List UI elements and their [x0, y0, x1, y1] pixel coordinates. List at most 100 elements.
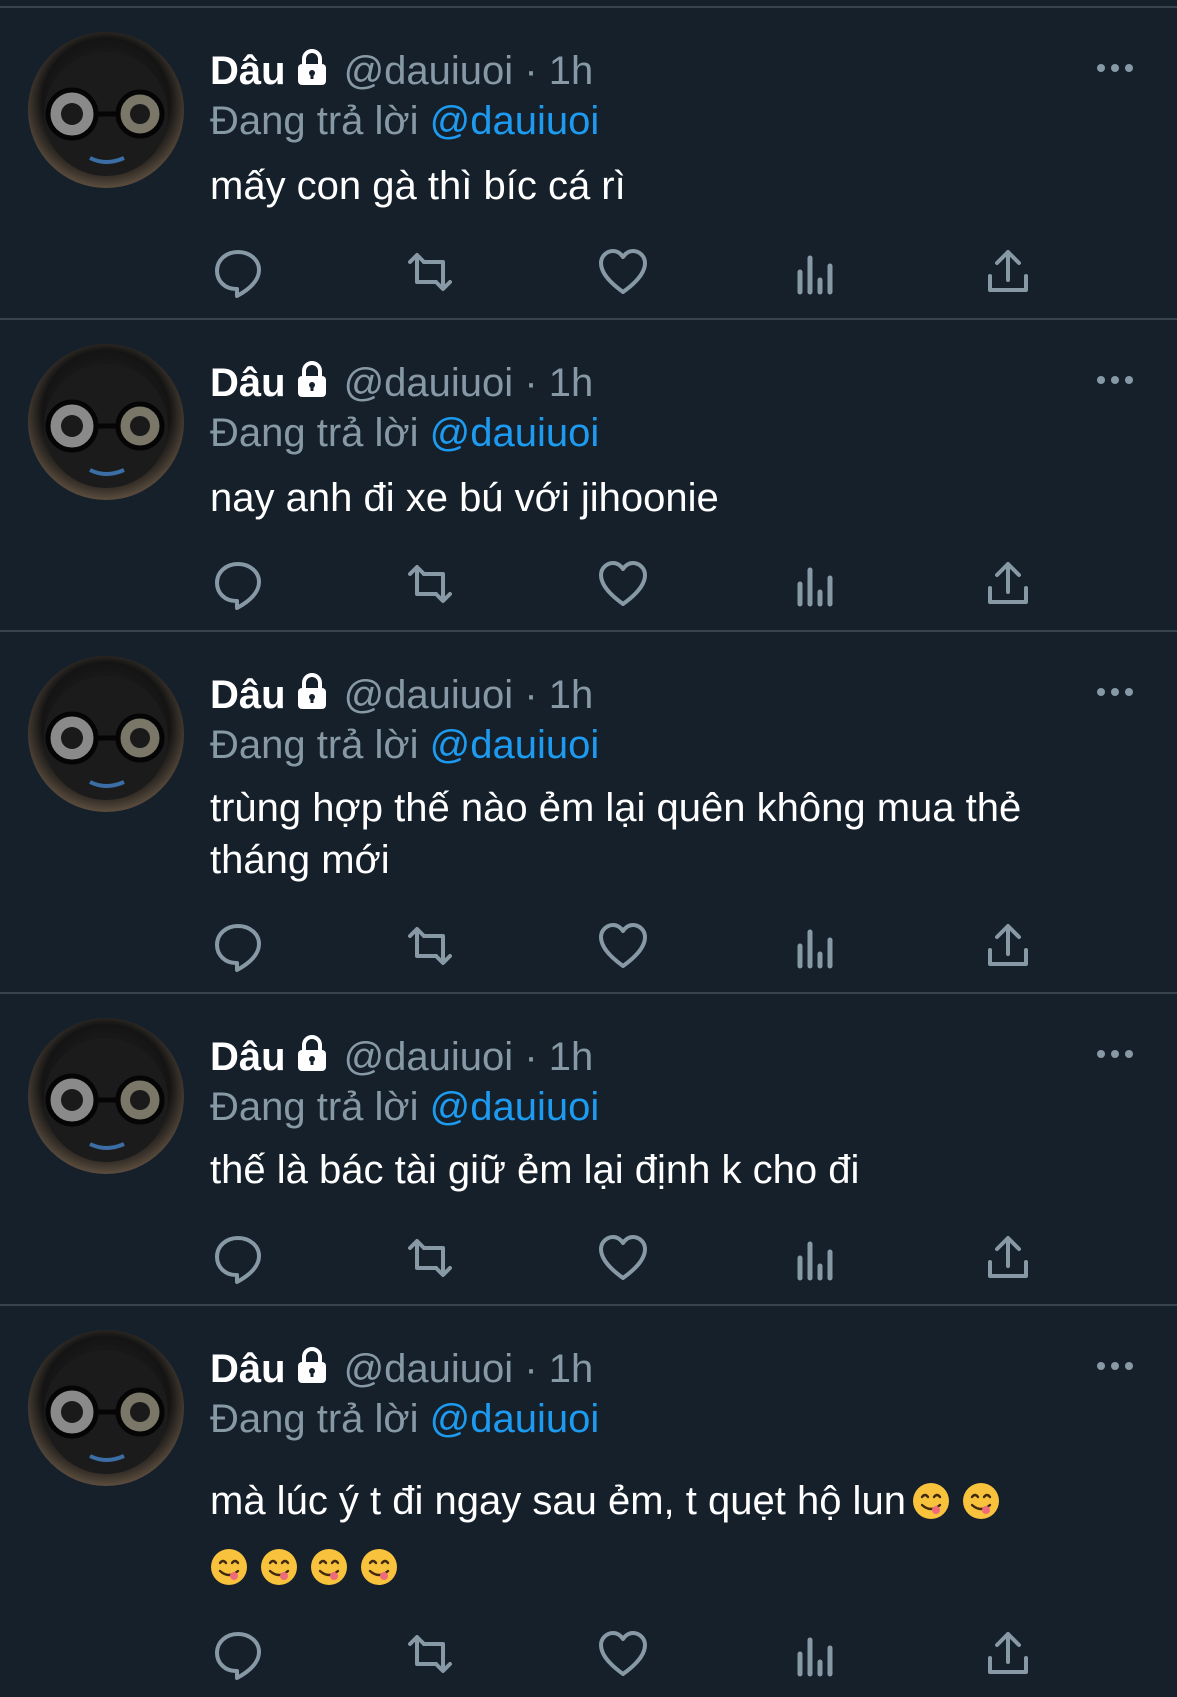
heart-icon[interactable] — [595, 1230, 651, 1286]
tweet-text: thế là bác tài giữ ẻm lại định k cho đi — [210, 1148, 860, 1192]
replying-to: Đang trả lời @dauiuoi — [210, 720, 599, 770]
retweet-icon[interactable] — [402, 1230, 458, 1286]
timestamp[interactable]: 1h — [549, 1347, 594, 1391]
display-name[interactable]: Dâu — [210, 673, 286, 717]
heart-icon[interactable] — [595, 244, 651, 300]
reply-mention-link[interactable]: @dauiuoi — [430, 723, 600, 767]
replying-to-label: Đang trả lời — [210, 411, 419, 455]
user-handle[interactable]: @dauiuoi — [344, 1035, 514, 1079]
analytics-icon[interactable] — [788, 556, 844, 612]
replying-to-label: Đang trả lời — [210, 1397, 419, 1441]
share-icon[interactable] — [980, 556, 1036, 612]
share-icon[interactable] — [980, 1230, 1036, 1286]
replying-to: Đang trả lời @dauiuoi — [210, 408, 599, 458]
heart-icon[interactable] — [595, 1626, 651, 1682]
retweet-icon[interactable] — [402, 556, 458, 612]
avatar[interactable] — [28, 1018, 184, 1174]
reply-mention-link[interactable]: @dauiuoi — [430, 411, 600, 455]
share-icon[interactable] — [980, 918, 1036, 974]
separator-dot: · — [524, 361, 538, 405]
reply-mention-link[interactable]: @dauiuoi — [430, 1397, 600, 1441]
reply-icon[interactable] — [210, 918, 266, 974]
tweet-actions — [210, 244, 1050, 300]
face-savoring-food-emoji — [962, 1474, 1000, 1519]
lock-icon — [292, 671, 332, 723]
face-savoring-food-emoji — [912, 1474, 950, 1519]
timestamp[interactable]: 1h — [549, 49, 594, 93]
retweet-icon[interactable] — [402, 918, 458, 974]
lock-icon — [292, 1345, 332, 1397]
reply-mention-link[interactable]: @dauiuoi — [430, 99, 600, 143]
reply-mention-link[interactable]: @dauiuoi — [430, 1085, 600, 1129]
replying-to: Đang trả lời @dauiuoi — [210, 96, 599, 146]
reply-icon[interactable] — [210, 1626, 266, 1682]
more-options-icon[interactable] — [1094, 1354, 1136, 1378]
analytics-icon[interactable] — [788, 1230, 844, 1286]
user-handle[interactable]: @dauiuoi — [344, 1347, 514, 1391]
display-name[interactable]: Dâu — [210, 49, 286, 93]
tweet-actions — [210, 918, 1050, 974]
retweet-icon[interactable] — [402, 1626, 458, 1682]
share-icon[interactable] — [980, 244, 1036, 300]
more-options-icon[interactable] — [1094, 56, 1136, 80]
timestamp[interactable]: 1h — [549, 361, 594, 405]
avatar[interactable] — [28, 656, 184, 812]
tweet-header: Dâu @dauiuoi · 1h — [210, 1032, 593, 1082]
tweet-text: mà lúc ý t đi ngay sau ẻm, t quẹt hộ lun — [210, 1479, 906, 1523]
tweet[interactable]: Dâu @dauiuoi · 1h Đang trả lời @dauiuoi t… — [0, 632, 1177, 994]
retweet-icon[interactable] — [402, 244, 458, 300]
tweet[interactable]: Dâu @dauiuoi · 1h Đang trả lời @dauiuoi m… — [0, 8, 1177, 320]
avatar-image — [44, 1350, 168, 1474]
top-divider — [0, 0, 1177, 8]
avatar-image — [44, 364, 168, 488]
tweet-text: mấy con gà thì bíc cá rì — [210, 164, 626, 208]
avatar-image — [44, 52, 168, 176]
replying-to-label: Đang trả lời — [210, 723, 419, 767]
tweet-actions — [210, 1626, 1050, 1682]
heart-icon[interactable] — [595, 918, 651, 974]
timestamp[interactable]: 1h — [549, 1035, 594, 1079]
reply-icon[interactable] — [210, 556, 266, 612]
tweet-header: Dâu @dauiuoi · 1h — [210, 358, 593, 408]
avatar-image — [44, 1038, 168, 1162]
analytics-icon[interactable] — [788, 244, 844, 300]
avatar[interactable] — [28, 1330, 184, 1486]
tweet[interactable]: Dâu @dauiuoi · 1h Đang trả lời @dauiuoi t… — [0, 994, 1177, 1306]
tweet[interactable]: Dâu @dauiuoi · 1h Đang trả lời @dauiuoi m… — [0, 1306, 1177, 1697]
analytics-icon[interactable] — [788, 1626, 844, 1682]
avatar[interactable] — [28, 32, 184, 188]
replying-to-label: Đang trả lời — [210, 1085, 419, 1129]
tweet-header: Dâu @dauiuoi · 1h — [210, 670, 593, 720]
timestamp[interactable]: 1h — [549, 673, 594, 717]
more-options-icon[interactable] — [1094, 680, 1136, 704]
analytics-icon[interactable] — [788, 918, 844, 974]
lock-icon — [292, 359, 332, 411]
tweet-text: trùng hợp thế nào ẻm lại quên không mua … — [210, 786, 1022, 882]
share-icon[interactable] — [980, 1626, 1036, 1682]
user-handle[interactable]: @dauiuoi — [344, 361, 514, 405]
replying-to-label: Đang trả lời — [210, 99, 419, 143]
tweet-actions — [210, 1230, 1050, 1286]
lock-icon — [292, 47, 332, 99]
separator-dot: · — [524, 673, 538, 717]
separator-dot: · — [524, 1035, 538, 1079]
separator-dot: · — [524, 49, 538, 93]
user-handle[interactable]: @dauiuoi — [344, 673, 514, 717]
display-name[interactable]: Dâu — [210, 1035, 286, 1079]
more-options-icon[interactable] — [1094, 1042, 1136, 1066]
avatar[interactable] — [28, 344, 184, 500]
display-name[interactable]: Dâu — [210, 1347, 286, 1391]
tweet-actions — [210, 556, 1050, 612]
more-options-icon[interactable] — [1094, 368, 1136, 392]
heart-icon[interactable] — [595, 556, 651, 612]
reply-icon[interactable] — [210, 1230, 266, 1286]
tweet-text-container: mà lúc ý t đi ngay sau ẻm, t quẹt hộ lun — [210, 1468, 1125, 1600]
face-savoring-food-emoji — [360, 1540, 398, 1585]
replying-to: Đang trả lời @dauiuoi — [210, 1394, 599, 1444]
display-name[interactable]: Dâu — [210, 361, 286, 405]
replying-to: Đang trả lời @dauiuoi — [210, 1082, 599, 1132]
user-handle[interactable]: @dauiuoi — [344, 49, 514, 93]
tweet[interactable]: Dâu @dauiuoi · 1h Đang trả lời @dauiuoi n… — [0, 320, 1177, 632]
separator-dot: · — [524, 1347, 538, 1391]
reply-icon[interactable] — [210, 244, 266, 300]
